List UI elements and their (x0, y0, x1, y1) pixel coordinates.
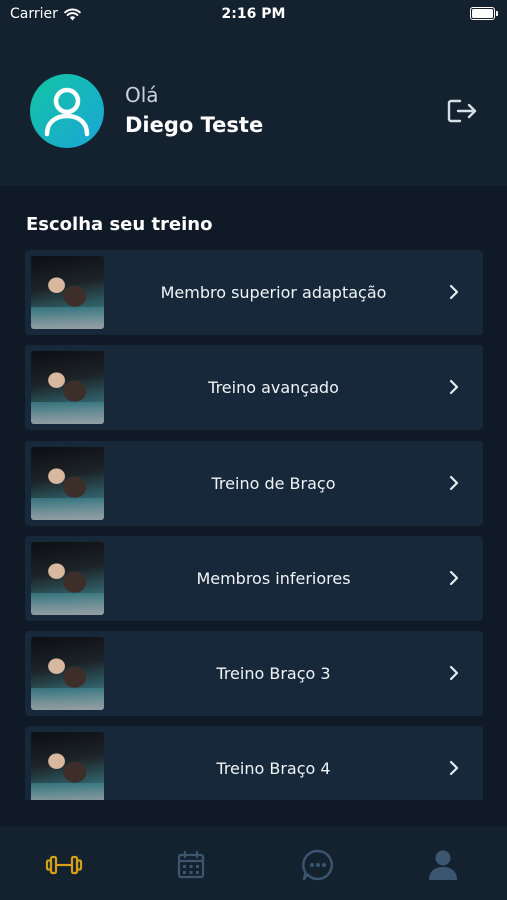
profile-icon (429, 850, 457, 880)
greeting-text: Olá (125, 83, 159, 107)
chevron-right-icon (449, 570, 459, 585)
header-panel: Carrier 2:16 PM Olá Diego Teste (0, 0, 507, 186)
status-time: 2:16 PM (221, 6, 286, 22)
workout-thumbnail (31, 446, 104, 520)
workout-card[interactable]: Treino de Braço (25, 440, 483, 526)
user-name: Diego Teste (125, 113, 264, 137)
chevron-right-icon (449, 380, 459, 395)
workout-card[interactable]: Treino Braço 3 (25, 631, 483, 717)
workout-thumbnail (31, 256, 104, 329)
tab-workouts[interactable] (44, 845, 84, 885)
workout-label: Treino de Braço (211, 473, 336, 493)
calendar-icon (177, 850, 205, 879)
workout-thumbnail (31, 541, 104, 615)
status-bar: Carrier 2:16 PM (0, 0, 507, 28)
chevron-right-icon (449, 475, 459, 490)
tab-calendar[interactable] (171, 845, 211, 885)
workout-card[interactable]: Treino avançado (25, 345, 483, 431)
chevron-right-icon (449, 284, 459, 300)
workout-list[interactable]: Membro superior adaptação Treino avançad… (25, 250, 483, 800)
workout-thumbnail (31, 637, 104, 711)
chevron-right-icon (449, 666, 459, 681)
chat-icon (302, 849, 333, 881)
chevron-right-icon (449, 761, 459, 776)
dumbbell-icon (45, 855, 83, 875)
workout-card[interactable]: Membros inferiores (25, 535, 483, 621)
logout-icon (447, 99, 477, 123)
tab-profile[interactable] (423, 845, 463, 885)
avatar[interactable] (30, 74, 104, 148)
workout-label: Treino avançado (208, 378, 339, 398)
workout-card[interactable]: Treino Braço 4 (25, 726, 483, 800)
logout-button[interactable] (446, 97, 478, 125)
workout-label: Membros inferiores (196, 568, 351, 588)
workout-label: Membro superior adaptação (160, 283, 387, 302)
user-icon (44, 87, 90, 137)
workout-label: Treino Braço 3 (216, 664, 331, 684)
section-title: Escolha seu treino (26, 214, 213, 235)
workout-thumbnail (31, 351, 104, 425)
workout-thumbnail (31, 732, 104, 800)
workout-label: Treino Braço 4 (216, 759, 331, 779)
tab-bar (0, 827, 507, 900)
tab-chat[interactable] (298, 845, 338, 885)
battery-icon (470, 7, 498, 20)
workout-card[interactable]: Membro superior adaptação (25, 250, 483, 335)
